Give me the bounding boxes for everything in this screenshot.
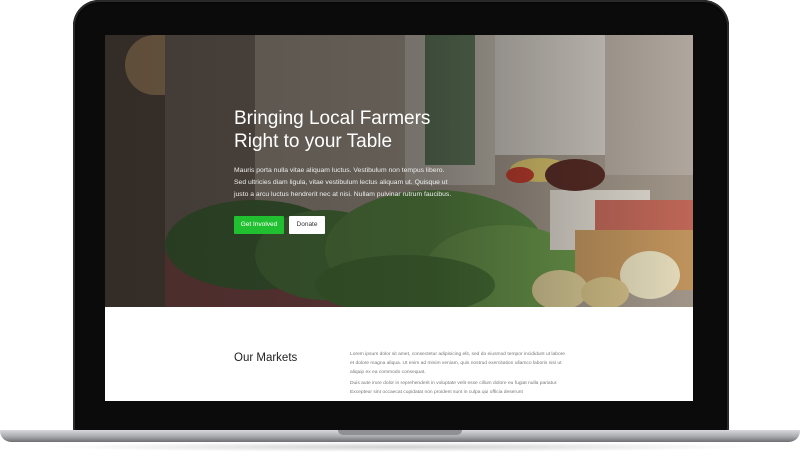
laptop-base-notch xyxy=(338,430,462,435)
hero-title: Bringing Local Farmers Right to your Tabl… xyxy=(234,107,474,153)
markets-paragraph: Duis aute irure dolor in reprehenderit i… xyxy=(350,381,558,395)
hero-title-line-1: Bringing Local Farmers xyxy=(234,108,431,129)
get-involved-button[interactable]: Get Involved xyxy=(234,216,284,234)
markets-title: Our Markets xyxy=(234,352,298,364)
hero-section: Bringing Local Farmers Right to your Tabl… xyxy=(105,35,693,307)
donate-button[interactable]: Donate xyxy=(289,216,325,234)
hero-title-line-2: Right to your Table xyxy=(234,131,393,152)
laptop-screen: Bringing Local Farmers Right to your Tabl… xyxy=(105,35,693,401)
markets-paragraph: Lorem ipsum dolor sit amet, consectetur … xyxy=(350,352,566,375)
hero-description: Mauris porta nulla vitae aliquam luctus.… xyxy=(234,167,452,198)
laptop-shadow xyxy=(40,442,760,452)
markets-section: Our Markets Lorem ipsum dolor sit amet, … xyxy=(105,307,693,401)
